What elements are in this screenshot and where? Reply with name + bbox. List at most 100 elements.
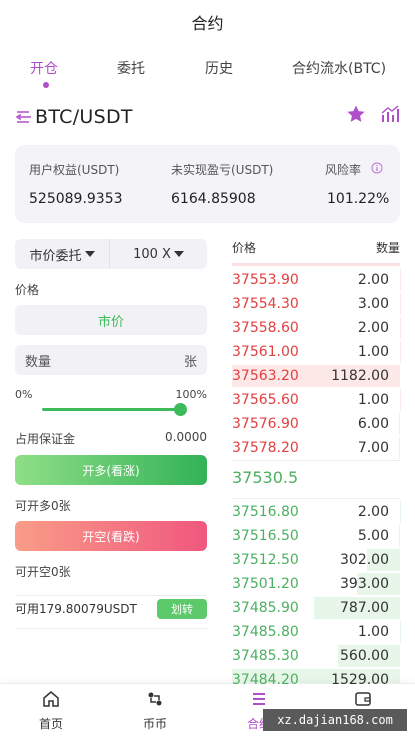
leverage-value: 100 X	[133, 246, 171, 262]
ask-price: 37561.00	[232, 344, 299, 360]
margin-row: 占用保证金 0.0000	[15, 430, 207, 447]
list-menu-icon[interactable]	[15, 108, 33, 126]
order-type-selector: 市价委托 100 X	[15, 239, 207, 269]
open-long-label: 开多(看涨)	[82, 463, 140, 478]
ask-price: 37576.90	[232, 416, 299, 432]
margin-value: 0.0000	[165, 430, 207, 444]
contract-icon	[250, 690, 268, 711]
unrealized-pnl-value: 6164.85908	[171, 191, 256, 207]
short-available: 可开空0张	[15, 565, 71, 579]
bid-qty: 393.00	[340, 576, 389, 592]
bid-qty: 1.00	[357, 624, 389, 640]
ask-qty: 1.00	[357, 344, 389, 360]
ask-row[interactable]: 37565.60 1.00	[232, 388, 400, 412]
transfer-button[interactable]: 划转	[157, 598, 207, 619]
quantity-input[interactable]: 数量 张	[15, 345, 207, 375]
ask-row[interactable]: 37558.60 2.00	[232, 316, 400, 340]
ask-price: 37553.90	[232, 272, 299, 288]
page-title: 合约	[191, 14, 224, 33]
available-balance-row: 可用179.80079USDT 划转	[15, 595, 207, 621]
bid-qty: 560.00	[340, 648, 389, 664]
ask-qty: 1182.00	[331, 368, 389, 384]
slider-min-label: 0%	[15, 388, 33, 401]
open-short-label: 开空(看跌)	[82, 529, 140, 544]
bid-price: 37501.20	[232, 576, 299, 592]
ask-qty: 6.00	[357, 416, 389, 432]
leverage-dropdown[interactable]: 100 X	[110, 239, 207, 269]
book-divider	[232, 460, 400, 461]
ask-row[interactable]: 37561.00 1.00	[232, 340, 400, 364]
available-balance: 可用179.80079USDT	[15, 602, 137, 616]
coin-exchange-icon	[146, 690, 164, 711]
pair-name[interactable]: BTC/USDT	[35, 106, 133, 128]
order-book-header: 价格 数量	[232, 239, 400, 256]
active-tab-indicator	[43, 82, 49, 88]
ask-row[interactable]: 37553.90 2.00	[232, 268, 400, 292]
bid-row[interactable]: 37485.80 1.00	[232, 620, 400, 644]
quantity-unit: 张	[183, 354, 197, 370]
account-stats-card: 用户权益(USDT) 525089.9353 未实现盈亏(USDT) 6164.…	[15, 145, 400, 223]
book-top-divider	[232, 263, 400, 266]
open-short-button[interactable]: 开空(看跌)	[15, 521, 207, 551]
slider-max-label: 100%	[175, 388, 207, 401]
amount-slider-handle[interactable]	[174, 403, 187, 416]
long-available: 可开多0张	[15, 499, 71, 513]
home-icon	[42, 690, 60, 711]
bid-row[interactable]: 37512.50 302.00	[232, 548, 400, 572]
ask-qty: 2.00	[357, 320, 389, 336]
nav-home-label: 首页	[38, 717, 63, 731]
ask-qty: 2.00	[357, 272, 389, 288]
risk-rate-value: 101.22%	[327, 191, 390, 207]
ask-row[interactable]: 37554.30 3.00	[232, 292, 400, 316]
ask-row[interactable]: 37576.90 6.00	[232, 412, 400, 436]
nav-home[interactable]: 首页	[16, 690, 86, 732]
last-price: 37530.5	[232, 468, 299, 487]
bid-price: 37484.20	[232, 672, 299, 688]
nav-spot[interactable]: 币币	[120, 690, 190, 732]
equity-value: 525089.9353	[29, 191, 123, 207]
bid-row[interactable]: 37516.80 2.00	[232, 500, 400, 524]
price-value: 市价	[97, 314, 124, 330]
ask-row[interactable]: 37563.20 1182.00	[232, 364, 400, 388]
chevron-down-icon	[173, 251, 184, 257]
tab-contract-flow[interactable]: 合约流水(BTC)	[292, 58, 386, 78]
bid-price: 37485.90	[232, 600, 299, 616]
bid-qty: 2.00	[357, 504, 389, 520]
bid-price: 37512.50	[232, 552, 299, 568]
order-type-dropdown[interactable]: 市价委托	[15, 239, 110, 269]
tab-open-position[interactable]: 开仓	[30, 58, 58, 78]
ask-price: 37558.60	[232, 320, 299, 336]
amount-slider-track[interactable]	[42, 408, 180, 411]
bid-qty: 1529.00	[331, 672, 389, 688]
tab-history[interactable]: 历史	[205, 58, 233, 78]
bid-row[interactable]: 37485.90 787.00	[232, 596, 400, 620]
tab-orders[interactable]: 委托	[117, 58, 145, 78]
ask-price: 37563.20	[232, 368, 299, 384]
unrealized-pnl-label: 未实现盈亏(USDT)	[171, 163, 274, 177]
pair-row: BTC/USDT	[15, 104, 400, 130]
order-type-value: 市价委托	[29, 248, 82, 264]
info-icon[interactable]	[371, 159, 383, 178]
equity-label: 用户权益(USDT)	[29, 163, 120, 177]
chevron-down-icon	[84, 251, 95, 257]
page-header: 合约	[0, 0, 415, 44]
bid-qty: 302.00	[340, 552, 389, 568]
bid-qty: 5.00	[357, 528, 389, 544]
bid-price: 37485.30	[232, 648, 299, 664]
book-divider	[232, 498, 400, 499]
bid-price: 37516.50	[232, 528, 299, 544]
ask-row[interactable]: 37578.20 7.00	[232, 436, 400, 460]
price-input[interactable]: 市价	[15, 305, 207, 335]
bid-row[interactable]: 37501.20 393.00	[232, 572, 400, 596]
book-qty-header: 数量	[375, 241, 400, 255]
ask-price: 37578.20	[232, 440, 299, 456]
ask-qty: 3.00	[357, 296, 389, 312]
star-icon[interactable]	[346, 104, 366, 128]
margin-label: 占用保证金	[15, 432, 76, 446]
ask-qty: 7.00	[357, 440, 389, 456]
open-long-button[interactable]: 开多(看涨)	[15, 455, 207, 485]
bid-row[interactable]: 37516.50 5.00	[232, 524, 400, 548]
chart-icon[interactable]	[380, 104, 400, 128]
bid-row[interactable]: 37485.30 560.00	[232, 644, 400, 668]
divider	[15, 628, 207, 629]
